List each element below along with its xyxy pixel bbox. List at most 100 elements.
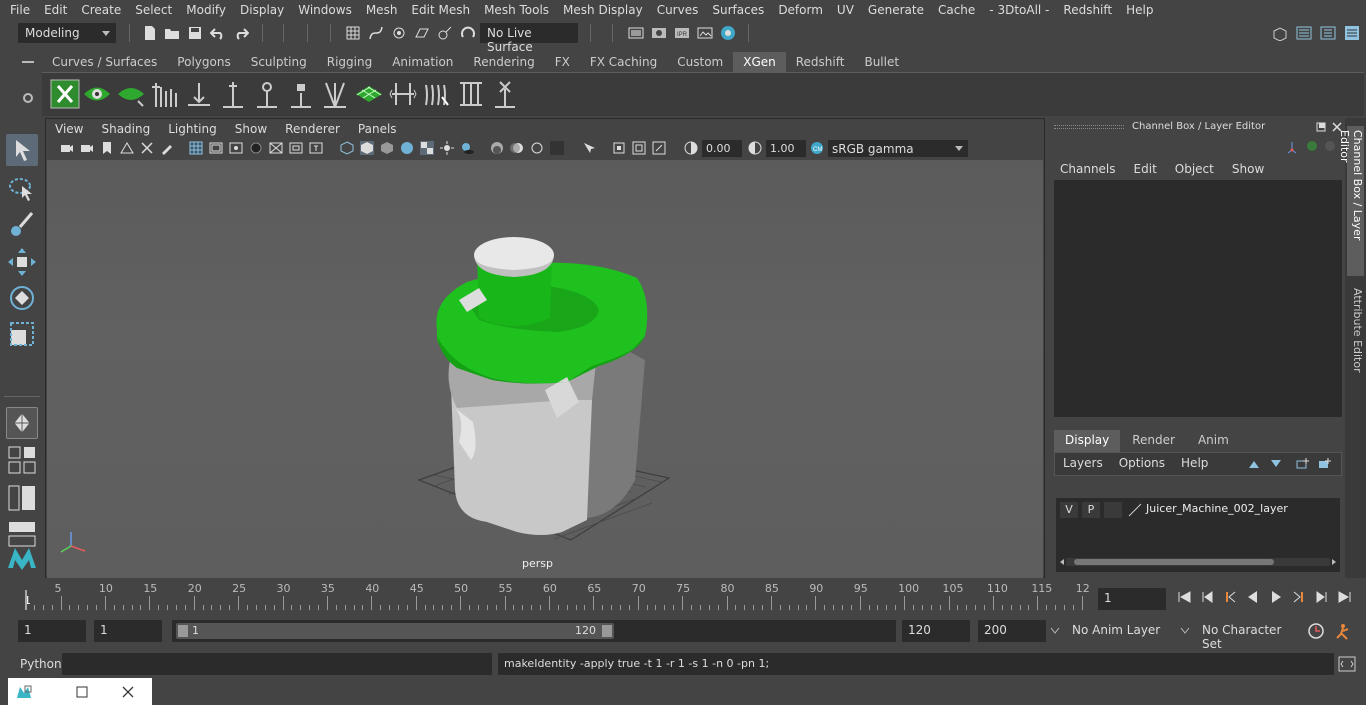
close-icon[interactable] (122, 686, 134, 698)
new-scene-icon[interactable] (142, 25, 158, 41)
tab-curves-surfaces[interactable]: Curves / Surfaces (42, 52, 167, 72)
xgen-scale-guides-icon[interactable] (388, 79, 418, 109)
snap-view-plane-icon[interactable] (414, 25, 430, 41)
rotate-tool-button[interactable] (6, 282, 38, 314)
lights-icon[interactable] (440, 141, 454, 155)
color-management-icon[interactable]: CM (810, 141, 824, 155)
tab-bullet[interactable]: Bullet (854, 52, 909, 72)
snap-magnet-icon[interactable] (460, 25, 476, 41)
menu-create[interactable]: Create (74, 3, 128, 17)
layer-tab-render[interactable]: Render (1121, 430, 1186, 452)
attribute-editor-toggle-icon[interactable] (1296, 25, 1312, 41)
viewport-menu-shading[interactable]: Shading (92, 122, 159, 136)
layer-tab-display[interactable]: Display (1054, 430, 1121, 452)
redo-icon[interactable] (233, 25, 249, 41)
gamma-icon[interactable] (748, 141, 762, 155)
tool-settings-toggle-icon[interactable] (1320, 25, 1336, 41)
layer-playback-toggle[interactable]: P (1082, 502, 1100, 518)
camera-select-icon[interactable] (60, 141, 74, 155)
go-to-start-icon[interactable] (1176, 589, 1192, 605)
snap-live-icon[interactable] (437, 25, 453, 41)
xgen-create-description-icon[interactable] (50, 79, 80, 109)
layout-single-button[interactable] (6, 407, 38, 439)
resolution-gate-icon[interactable] (229, 141, 243, 155)
xgen-lock-guide-icon[interactable] (286, 79, 316, 109)
open-scene-icon[interactable] (164, 25, 180, 41)
menu-windows[interactable]: Windows (291, 3, 359, 17)
image-plane-icon[interactable] (120, 141, 134, 155)
xgen-add-guide-icon[interactable] (150, 79, 180, 109)
depth-of-field-icon[interactable] (550, 141, 564, 155)
xgen-grid-plane-icon[interactable] (354, 79, 384, 109)
new-layer-selected-icon[interactable] (1317, 458, 1331, 470)
menu-uv[interactable]: UV (830, 3, 861, 17)
channel-box-toggle-icon[interactable] (1344, 25, 1360, 41)
tab-xgen[interactable]: XGen (733, 52, 786, 72)
tab-custom[interactable]: Custom (667, 52, 733, 72)
step-back-key-icon[interactable] (1199, 589, 1215, 605)
layer-name[interactable]: Juicer_Machine_002_layer (1146, 502, 1288, 515)
safe-action-icon[interactable] (289, 141, 303, 155)
layer-menu-layers[interactable]: Layers (1055, 456, 1111, 470)
scale-tool-button[interactable] (6, 318, 38, 350)
auto-key-icon[interactable] (1307, 622, 1325, 640)
menu-mesh-display[interactable]: Mesh Display (556, 3, 650, 17)
lasso-tool-button[interactable] (6, 172, 38, 204)
current-time-marker[interactable] (25, 590, 27, 610)
xgen-comb-icon[interactable] (422, 79, 452, 109)
layer-menu-help[interactable]: Help (1173, 456, 1216, 470)
undo-icon[interactable] (210, 25, 226, 41)
move-tool-button[interactable] (6, 246, 38, 278)
shadows-icon[interactable] (460, 141, 474, 155)
layer-menu-options[interactable]: Options (1111, 456, 1173, 470)
tab-redshift[interactable]: Redshift (786, 52, 855, 72)
menu-select[interactable]: Select (128, 3, 179, 17)
scroll-left-icon[interactable] (1058, 558, 1066, 566)
hypershade-icon[interactable] (720, 25, 736, 41)
menu-mesh-tools[interactable]: Mesh Tools (477, 3, 556, 17)
xray-joints-icon[interactable] (612, 141, 626, 155)
command-language-label[interactable]: Python (20, 657, 62, 671)
workspace-icon[interactable] (1272, 25, 1288, 41)
channel-menu-edit[interactable]: Edit (1122, 160, 1163, 178)
render-frame-icon[interactable] (651, 25, 667, 41)
step-forward-frame-icon[interactable] (1291, 589, 1307, 605)
layer-tab-anim[interactable]: Anim (1186, 430, 1240, 452)
smooth-shade-icon[interactable] (360, 141, 374, 155)
channel-sort-icon[interactable] (1324, 140, 1336, 152)
channel-list-area[interactable] (1054, 180, 1342, 417)
tab-polygons[interactable]: Polygons (167, 52, 240, 72)
play-forward-icon[interactable] (1268, 589, 1284, 605)
select-tool-button[interactable] (6, 134, 38, 166)
xgen-add-sculpt-icon[interactable] (218, 79, 248, 109)
viewport-menu-panels[interactable]: Panels (349, 122, 406, 136)
exposure-field[interactable]: 0.00 (702, 140, 742, 157)
playback-end-field[interactable]: 120 (902, 620, 970, 642)
paint-select-tool-button[interactable] (6, 208, 38, 240)
xgen-preview-eye-icon[interactable] (82, 79, 112, 109)
range-slider-track[interactable]: 1 120 (172, 620, 896, 642)
mode-dropdown[interactable]: Modeling (18, 23, 116, 43)
go-to-end-icon[interactable] (1337, 589, 1353, 605)
viewport-menu-renderer[interactable]: Renderer (276, 122, 349, 136)
grease-pencil-icon[interactable] (160, 141, 174, 155)
xgen-place-guides-icon[interactable] (184, 79, 214, 109)
gamma-field[interactable]: 1.00 (766, 140, 806, 157)
float-panel-icon[interactable] (1316, 122, 1326, 132)
time-slider[interactable]: 5 10 15 20 25 30 35 40 45 50 55 60 65 70 75 80 85 90 95 100… (15, 582, 1090, 612)
xgen-guides-fan-icon[interactable] (320, 79, 350, 109)
menu-file[interactable]: File (0, 3, 37, 17)
minimized-window[interactable] (8, 678, 152, 705)
tab-channel-box[interactable]: Channel Box / Layer Editor (1338, 126, 1364, 276)
new-empty-layer-icon[interactable] (1295, 458, 1309, 470)
colorspace-dropdown[interactable]: sRGB gamma (828, 140, 968, 157)
menu-edit-mesh[interactable]: Edit Mesh (404, 3, 477, 17)
menu-3dtoall[interactable]: - 3DtoAll - (982, 3, 1056, 17)
xgen-fx-icon[interactable] (490, 79, 520, 109)
viewport-menu-lighting[interactable]: Lighting (159, 122, 226, 136)
shelf-settings-gear-icon[interactable] (21, 91, 35, 105)
field-chart-icon[interactable] (269, 141, 283, 155)
animation-end-field[interactable]: 200 (978, 620, 1046, 642)
xray-active-icon[interactable] (632, 141, 646, 155)
range-slider-bar[interactable]: 1 120 (176, 623, 614, 639)
